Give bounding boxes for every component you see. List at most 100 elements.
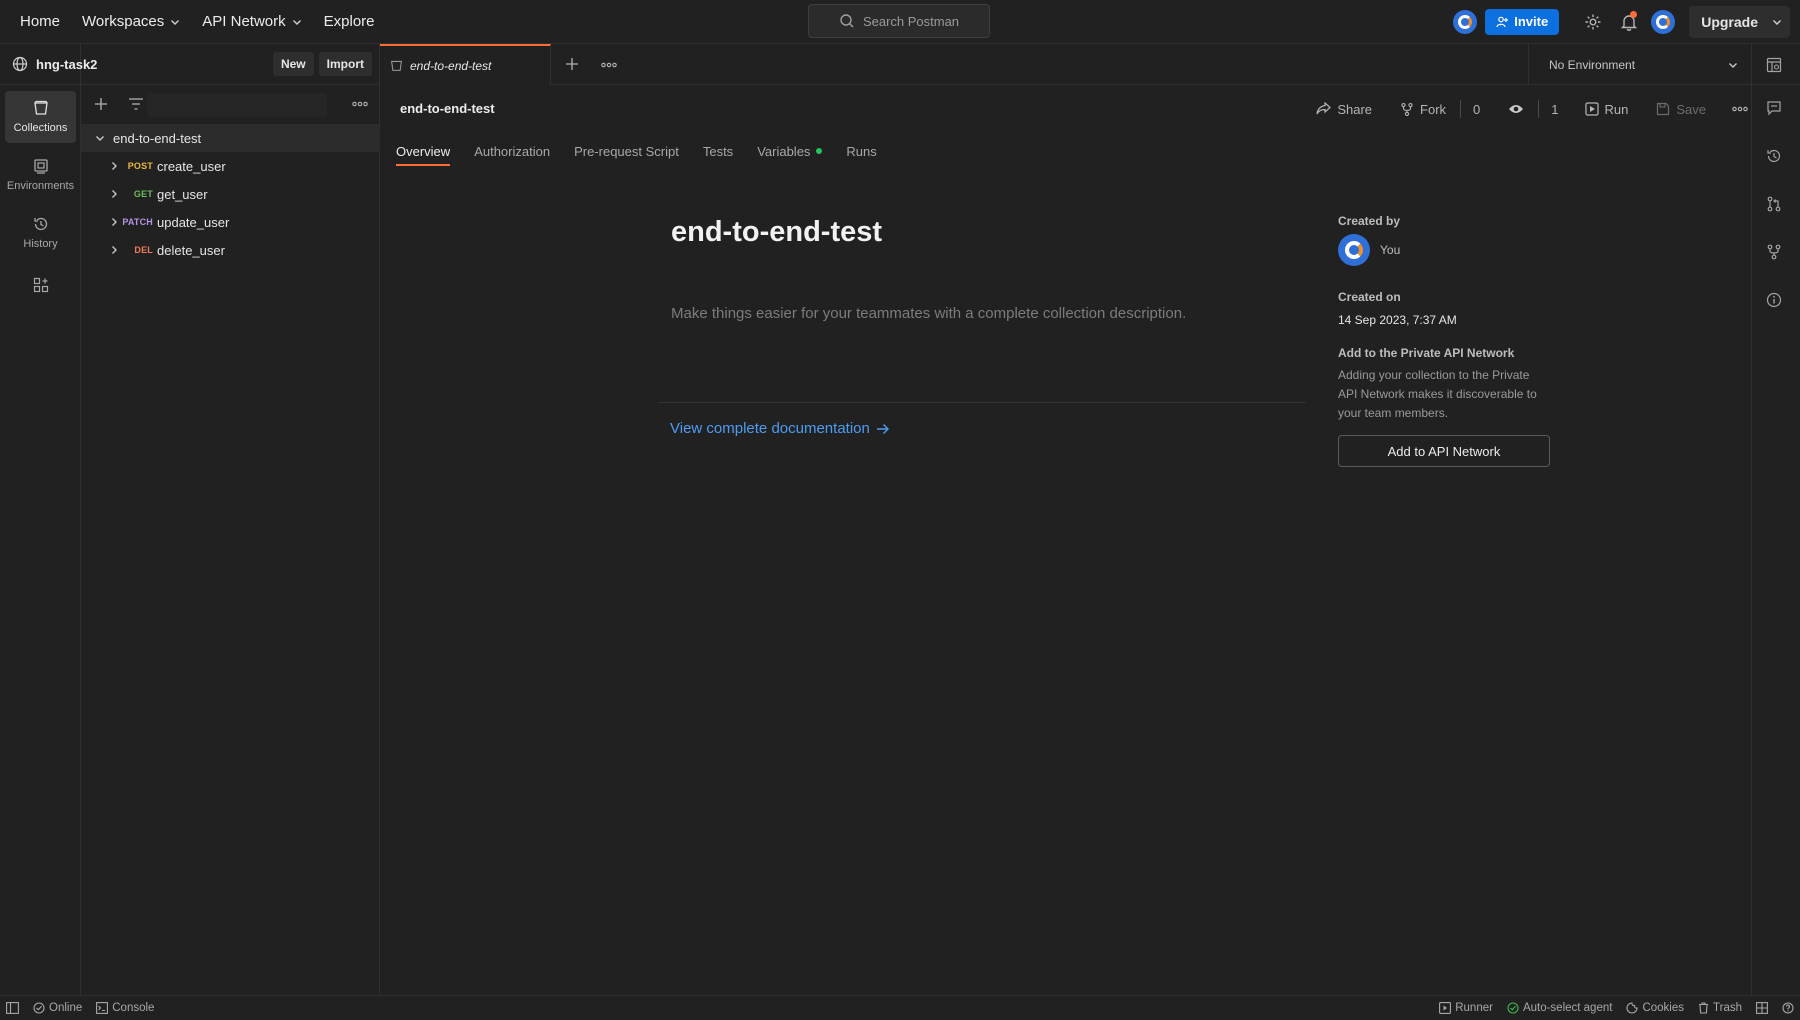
comments-icon[interactable] xyxy=(1766,100,1782,116)
collection-item[interactable]: end-to-end-test xyxy=(81,124,380,152)
filter-icon[interactable] xyxy=(129,98,143,110)
team-avatar[interactable] xyxy=(1453,9,1478,34)
toggle-sidebar-icon[interactable] xyxy=(6,1002,19,1014)
runner-label: Runner xyxy=(1455,1002,1493,1014)
tab-end-to-end-test[interactable]: end-to-end-test xyxy=(380,44,551,85)
rail-environments[interactable]: Environments xyxy=(5,149,76,201)
method-badge-post: POST xyxy=(127,161,153,171)
chevron-down-icon xyxy=(95,133,105,143)
filter-input[interactable] xyxy=(147,93,327,117)
top-nav: Home Workspaces API Network Explore xyxy=(20,0,375,43)
search-icon xyxy=(839,13,855,29)
add-icon[interactable] xyxy=(94,97,108,111)
right-rail xyxy=(1751,44,1800,995)
rail-history[interactable]: History xyxy=(5,207,76,259)
request-name: update_user xyxy=(157,214,230,230)
watch-button[interactable] xyxy=(1500,103,1532,115)
collection-title: end-to-end-test xyxy=(400,101,495,116)
creator[interactable]: You xyxy=(1338,234,1400,266)
fork-icon[interactable] xyxy=(1766,244,1782,260)
rail-collections[interactable]: Collections xyxy=(5,91,76,143)
fork-button[interactable]: Fork xyxy=(1392,102,1454,117)
search-input[interactable]: Search Postman xyxy=(808,4,990,38)
method-badge-patch: PATCH xyxy=(122,217,153,227)
creator-name: You xyxy=(1380,243,1401,257)
tab-tests[interactable]: Tests xyxy=(703,136,733,166)
top-bar: Home Workspaces API Network Explore Sear… xyxy=(0,0,1800,44)
run-button[interactable]: Run xyxy=(1577,102,1637,117)
layout-icon[interactable] xyxy=(1756,1002,1768,1014)
collection-name: end-to-end-test xyxy=(113,130,202,146)
watch-count[interactable]: 1 xyxy=(1545,102,1564,117)
left-rail: Collections Environments History xyxy=(0,44,81,995)
cookie-icon xyxy=(1626,1002,1639,1014)
changelog-icon[interactable] xyxy=(1766,148,1782,164)
workspace-header: hng-task2 New Import xyxy=(0,44,380,85)
import-button[interactable]: Import xyxy=(318,52,372,76)
new-tab-icon[interactable] xyxy=(565,57,579,71)
tab-options-icon[interactable] xyxy=(601,62,617,68)
tab-authorization[interactable]: Authorization xyxy=(474,136,550,166)
request-item-delete-user[interactable]: DEL delete_user xyxy=(81,236,380,264)
runner-button[interactable]: Runner xyxy=(1439,1002,1493,1014)
tab-variables[interactable]: Variables xyxy=(757,136,823,166)
invite-button[interactable]: Invite xyxy=(1485,8,1560,35)
online-status[interactable]: Online xyxy=(33,1002,82,1014)
rail-collections-label: Collections xyxy=(13,122,68,134)
pull-request-icon[interactable] xyxy=(1766,196,1782,212)
new-button[interactable]: New xyxy=(272,52,314,76)
request-item-update-user[interactable]: PATCH update_user xyxy=(81,208,380,236)
sidebar-toolbar xyxy=(81,90,380,120)
console-icon xyxy=(96,1002,109,1014)
trash-button[interactable]: Trash xyxy=(1698,1002,1742,1014)
tab-runs[interactable]: Runs xyxy=(846,136,876,166)
chevron-right-icon xyxy=(109,245,119,255)
more-options-icon[interactable] xyxy=(352,101,368,107)
console-label: Console xyxy=(112,1002,155,1014)
settings-icon[interactable] xyxy=(1575,4,1611,40)
sidebar: hng-task2 New Import end-to-end-test POS… xyxy=(0,44,380,995)
nav-home[interactable]: Home xyxy=(20,13,60,30)
notifications-icon[interactable] xyxy=(1611,4,1647,40)
collections-icon xyxy=(33,100,49,116)
request-item-create-user[interactable]: POST create_user xyxy=(81,152,380,180)
share-button[interactable]: Share xyxy=(1308,102,1380,117)
environment-selector[interactable]: No Environment xyxy=(1528,44,1752,85)
cookies-label: Cookies xyxy=(1642,1002,1685,1014)
cookies-button[interactable]: Cookies xyxy=(1626,1002,1684,1014)
view-documentation-link[interactable]: View complete documentation xyxy=(670,420,890,437)
agent-selector[interactable]: Auto-select agent xyxy=(1507,1002,1612,1014)
nav-explore[interactable]: Explore xyxy=(324,13,375,30)
console-button[interactable]: Console xyxy=(96,1002,154,1014)
chevron-down-icon xyxy=(170,17,180,27)
runner-icon xyxy=(1439,1002,1452,1014)
request-item-get-user[interactable]: GET get_user xyxy=(81,180,380,208)
rail-configure[interactable] xyxy=(5,265,76,305)
help-icon[interactable] xyxy=(1782,1002,1794,1014)
fork-count[interactable]: 0 xyxy=(1467,102,1486,117)
nav-workspaces[interactable]: Workspaces xyxy=(82,13,180,30)
request-name: create_user xyxy=(157,158,226,174)
creator-avatar xyxy=(1338,234,1370,266)
check-circle-icon xyxy=(1507,1002,1519,1014)
upgrade-label: Upgrade xyxy=(1701,13,1758,30)
tab-pre-request-script[interactable]: Pre-request Script xyxy=(574,136,679,166)
notification-badge xyxy=(1630,10,1638,18)
save-label: Save xyxy=(1676,101,1706,117)
add-to-api-network-button[interactable]: Add to API Network xyxy=(1338,435,1550,467)
save-button[interactable]: Save xyxy=(1648,102,1714,117)
tab-strip: end-to-end-test No Environment xyxy=(380,44,1800,85)
more-options-icon[interactable] xyxy=(1732,106,1748,112)
info-icon[interactable] xyxy=(1766,292,1782,308)
api-network-text-line: Adding your collection to the Private xyxy=(1338,368,1530,382)
arrow-right-icon xyxy=(876,423,890,435)
tab-overview[interactable]: Overview xyxy=(396,136,451,166)
user-avatar[interactable] xyxy=(1651,9,1676,34)
workspace-name: hng-task2 xyxy=(36,56,98,72)
environment-quick-look-icon[interactable] xyxy=(1766,57,1782,73)
api-network-heading: Add to the Private API Network xyxy=(1338,346,1515,360)
upgrade-button[interactable]: Upgrade xyxy=(1689,5,1790,38)
divider xyxy=(1460,100,1462,118)
nav-api-network[interactable]: API Network xyxy=(202,13,301,30)
description-placeholder[interactable]: Make things easier for your teammates wi… xyxy=(671,305,1186,322)
